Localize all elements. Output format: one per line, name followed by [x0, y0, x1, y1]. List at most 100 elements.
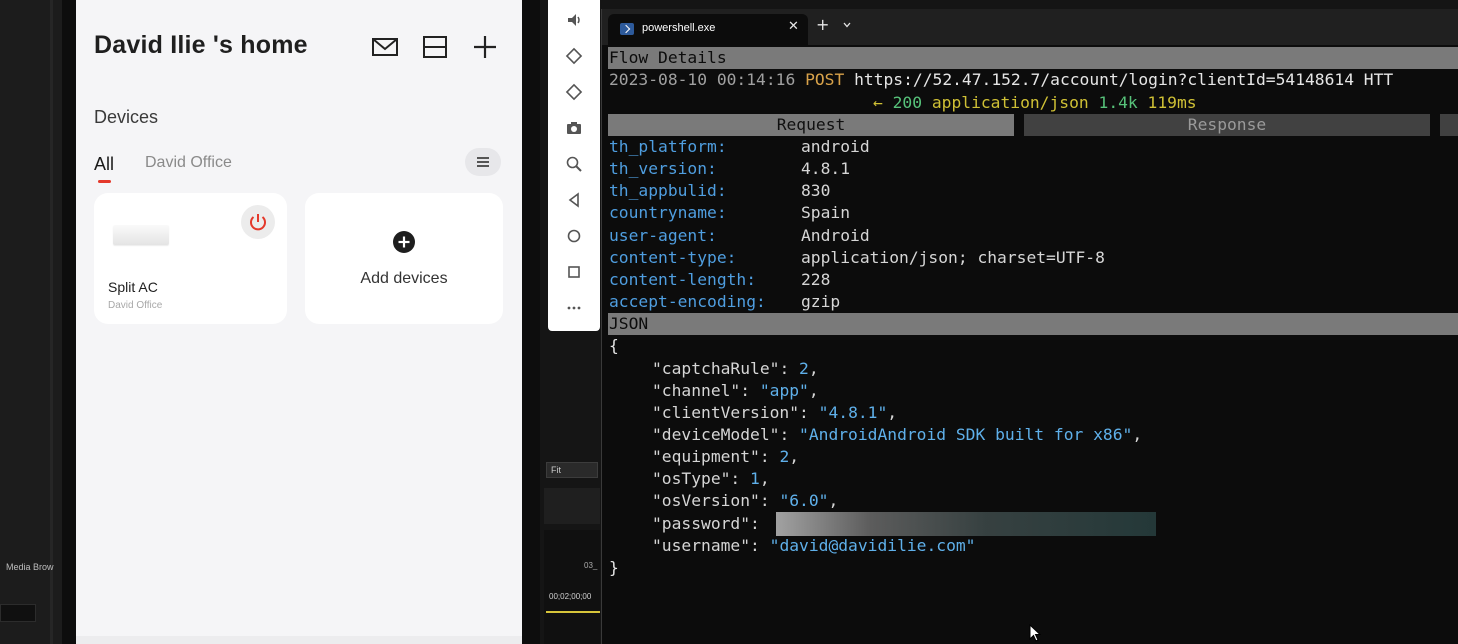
phone-screen: David Ilie 's home Devices All David Off…: [76, 0, 522, 644]
request-line: 2023-08-10 00:14:16 POST https://52.47.1…: [609, 69, 1393, 91]
json-close-brace: }: [609, 558, 619, 577]
json-key: "osType": [652, 469, 731, 488]
home-icon[interactable]: [564, 226, 584, 246]
new-tab-button[interactable]: +: [816, 16, 829, 34]
json-key: "clientVersion": [652, 403, 800, 422]
camera-icon[interactable]: [564, 118, 584, 138]
header-value: application/json; charset=UTF-8: [801, 248, 1105, 267]
json-value: 1: [750, 469, 760, 488]
header-key: content-type:: [609, 248, 737, 267]
json-value: 2: [779, 447, 790, 466]
tab-david-office[interactable]: David Office: [145, 154, 232, 172]
request-method: POST: [805, 70, 845, 89]
response-size: 1.4k: [1098, 93, 1138, 112]
chevron-down-icon[interactable]: [842, 20, 852, 30]
json-comma: ,: [1132, 425, 1143, 444]
json-line: "captchaRule": 2,: [652, 359, 819, 378]
json-value: "6.0": [779, 491, 829, 510]
terminal-tab-powershell[interactable]: powershell.exe ✕: [608, 14, 808, 45]
json-value: "david@davidilie.com": [769, 536, 976, 555]
json-key: "equipment": [652, 447, 760, 466]
phone-bottom-bar: [76, 636, 522, 644]
json-open-brace: {: [609, 336, 619, 355]
json-comma: ,: [887, 403, 898, 422]
json-key: "password": [652, 514, 751, 533]
timeline-work-area: [546, 611, 600, 613]
json-comma: ,: [808, 381, 819, 400]
zoom-icon[interactable]: [564, 154, 584, 174]
request-timestamp: 2023-08-10 00:14:16: [609, 70, 796, 89]
tab-detail[interactable]: [1440, 114, 1458, 136]
json-comma: ,: [808, 359, 819, 378]
terminal-tab-title: powershell.exe: [642, 22, 716, 34]
mouse-cursor-icon: [1029, 624, 1041, 642]
back-icon[interactable]: [564, 190, 584, 210]
json-line: "deviceModel": "AndroidAndroid SDK built…: [652, 425, 1143, 444]
json-key: "osVersion": [652, 491, 760, 510]
scan-icon[interactable]: [420, 32, 450, 62]
volume-icon[interactable]: [564, 10, 584, 30]
air-conditioner-image: [113, 225, 169, 245]
timeline-panel: [544, 530, 600, 644]
response-content-type: application/json: [931, 93, 1089, 112]
header-key: content-length:: [609, 270, 757, 289]
devices-section-title: Devices: [94, 107, 159, 127]
json-line: "username": "david@davidilie.com": [652, 536, 976, 555]
flow-details-header: Flow Details: [608, 47, 1458, 69]
device-name: Split AC: [108, 279, 158, 295]
mail-icon[interactable]: [370, 32, 400, 62]
media-browser-tab[interactable]: Media Brow: [6, 562, 54, 572]
redacted-password: [776, 512, 1156, 536]
json-comma: ,: [789, 447, 800, 466]
room-menu-button[interactable]: [465, 148, 501, 176]
tab-response[interactable]: Response: [1024, 114, 1430, 136]
timeline-timecode: 00;02;00;00: [549, 592, 592, 601]
json-section-header: JSON: [608, 313, 1458, 335]
json-value: 2: [799, 359, 809, 378]
header-key: th_platform:: [609, 137, 727, 156]
plus-circle-icon: [393, 231, 415, 253]
response-line: ← 200 application/json 1.4k 119ms: [873, 92, 1197, 114]
rotate-left-icon[interactable]: [564, 46, 584, 66]
header-key: countryname:: [609, 203, 727, 222]
header-value: gzip: [801, 292, 841, 311]
tab-request[interactable]: Request: [608, 114, 1014, 136]
header-value: Spain: [801, 203, 851, 222]
add-devices-card[interactable]: Add devices: [305, 193, 503, 324]
json-comma: ,: [828, 491, 839, 510]
terminal-tab-bar: powershell.exe ✕ +: [602, 9, 1458, 45]
json-line: "channel": "app",: [652, 381, 819, 400]
emulator-toolbar: [548, 0, 600, 331]
more-icon[interactable]: [564, 298, 584, 318]
json-line: "osVersion": "6.0",: [652, 491, 839, 510]
device-room: David Office: [108, 300, 163, 311]
power-button[interactable]: [241, 205, 275, 239]
json-line: "equipment": 2,: [652, 447, 800, 466]
add-icon[interactable]: [470, 32, 500, 62]
json-line: "password":: [652, 514, 770, 533]
header-value: 228: [801, 270, 831, 289]
request-url: https://52.47.152.7/account/login?client…: [854, 70, 1394, 89]
header-key: accept-encoding:: [609, 292, 766, 311]
response-arrow: ←: [873, 93, 883, 112]
flow-details-title: Flow Details: [609, 48, 727, 67]
add-devices-label: Add devices: [360, 270, 448, 287]
header-key: th_version:: [609, 159, 717, 178]
response-time: 119ms: [1147, 93, 1197, 112]
timeline-clip-label: 03_: [584, 561, 598, 570]
zoom-fit-select[interactable]: Fit: [546, 462, 598, 478]
header-key: user-agent:: [609, 226, 717, 245]
json-key: "captchaRule": [652, 359, 780, 378]
close-tab-icon[interactable]: ✕: [788, 19, 799, 34]
media-browser-field[interactable]: [0, 604, 36, 622]
device-card-split-ac[interactable]: Split AC David Office: [94, 193, 287, 324]
json-key: "username": [652, 536, 751, 555]
tab-all[interactable]: All: [94, 154, 114, 175]
power-icon: [250, 214, 266, 231]
editor-panel-divider[interactable]: [50, 0, 53, 644]
json-comma: ,: [759, 469, 770, 488]
json-section-title: JSON: [609, 314, 649, 333]
rotate-right-icon[interactable]: [564, 82, 584, 102]
json-value: "4.8.1": [818, 403, 888, 422]
overview-icon[interactable]: [564, 262, 584, 282]
